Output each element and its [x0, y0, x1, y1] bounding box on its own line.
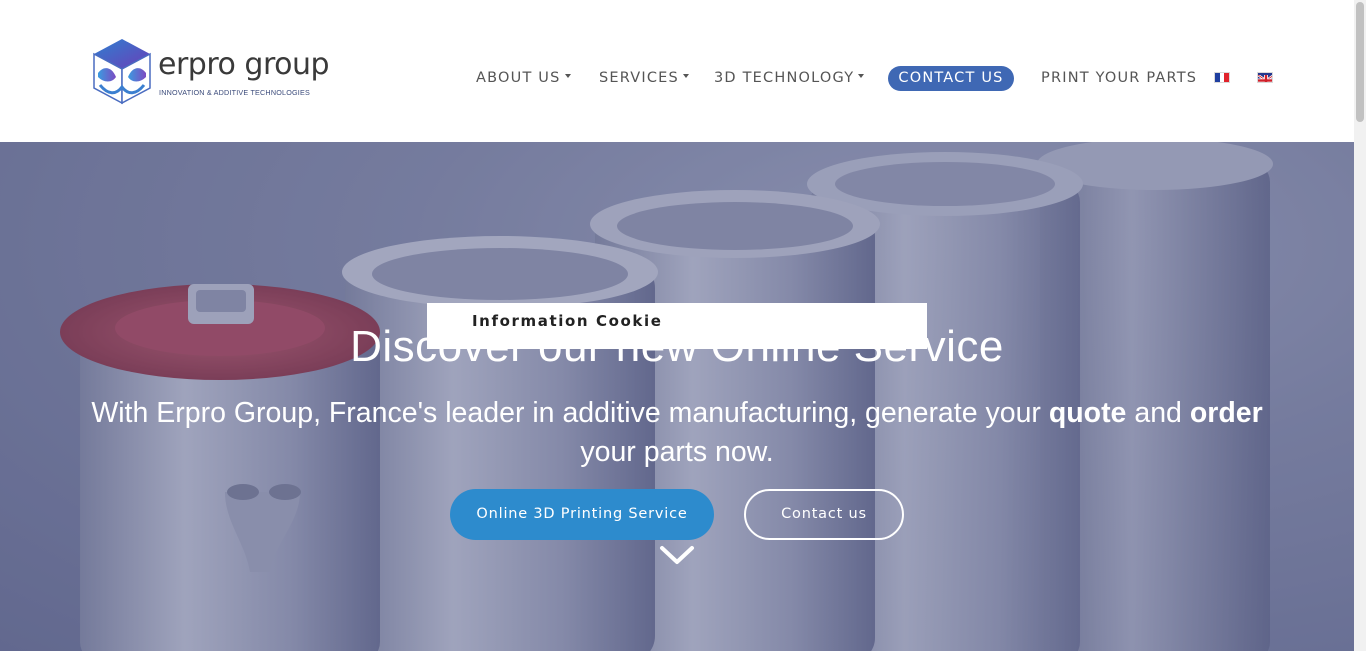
nav-contact-us-button[interactable]: CONTACT US: [888, 66, 1014, 91]
contact-us-button[interactable]: Contact us: [744, 489, 904, 540]
uk-flag-icon[interactable]: [1257, 72, 1273, 83]
page-scrollbar[interactable]: [1354, 0, 1366, 651]
uk-flag-graphic: [1258, 74, 1272, 82]
nav-about-label: ABOUT US: [476, 70, 561, 86]
nav-services-label: SERVICES: [599, 70, 679, 86]
logo-tagline: INNOVATION & ADDITIVE TECHNOLOGIES: [159, 88, 310, 97]
hero-subtitle-mid: and: [1126, 397, 1190, 429]
logo-cube-icon: [93, 39, 151, 105]
hero-subtitle-quote: quote: [1048, 397, 1127, 429]
nav-services[interactable]: SERVICES: [599, 66, 689, 90]
hero-subtitle-order: order: [1189, 397, 1263, 429]
scrollbar-thumb[interactable]: [1356, 2, 1364, 122]
erpro-logo[interactable]: erpro group INNOVATION & ADDITIVE TECHNO…: [92, 37, 352, 107]
caret-down-icon: [564, 74, 571, 78]
nav-about[interactable]: ABOUT US: [476, 66, 571, 90]
hero-subtitle: With Erpro Group, France's leader in add…: [80, 394, 1274, 472]
hero-subtitle-post: your parts now.: [580, 436, 774, 468]
online-3d-printing-button[interactable]: Online 3D Printing Service: [450, 489, 714, 540]
caret-down-icon: [682, 74, 689, 78]
chevron-down-icon[interactable]: [658, 542, 696, 570]
hero-section: Discover our new Online Service With Erp…: [0, 142, 1354, 651]
cookie-title: Information Cookie: [472, 312, 663, 330]
nav-3d-technology[interactable]: 3D TECHNOLOGY: [714, 66, 865, 90]
hero-subtitle-pre: With Erpro Group, France's leader in add…: [91, 397, 1049, 429]
logo-name: erpro group: [158, 47, 330, 82]
cookie-banner: Information Cookie: [427, 303, 927, 349]
caret-down-icon: [858, 74, 865, 78]
site-header: erpro group INNOVATION & ADDITIVE TECHNO…: [0, 0, 1366, 142]
nav-print-your-parts[interactable]: PRINT YOUR PARTS: [1041, 66, 1197, 90]
french-flag-icon[interactable]: [1214, 72, 1230, 83]
nav-technology-label: 3D TECHNOLOGY: [714, 70, 855, 86]
